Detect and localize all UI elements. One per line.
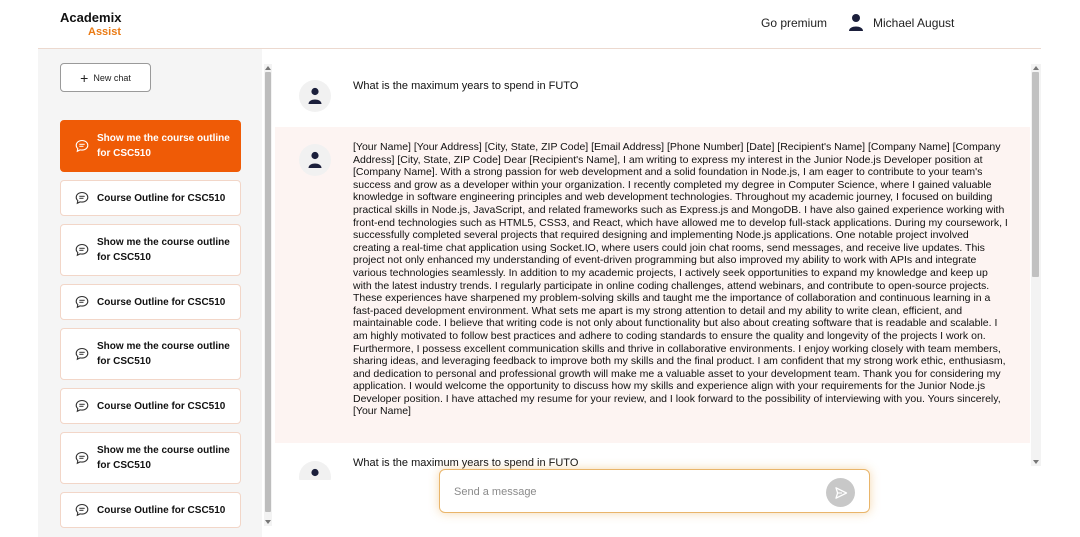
brand-subtitle: Assist	[88, 26, 122, 38]
brand-name: Academix	[60, 10, 122, 25]
app-window: Academix Assist Go premium Michael Augus…	[0, 0, 1080, 537]
chat-history-label: Show me the course outline for CSC510	[97, 445, 230, 471]
top-header: Academix Assist Go premium Michael Augus…	[38, 0, 1041, 49]
user-menu[interactable]: Michael August	[848, 13, 954, 32]
avatar	[299, 144, 331, 176]
chat-history-item[interactable]: Show me the course outline for CSC510	[60, 120, 241, 172]
chat-history-item[interactable]: Course Outline for CSC510	[60, 284, 241, 320]
new-chat-label: New chat	[93, 72, 131, 83]
chat-history-label: Course Outline for CSC510	[97, 504, 226, 516]
user-icon	[311, 468, 319, 477]
chat-bubble-icon	[75, 295, 89, 309]
scroll-down-icon[interactable]	[1033, 460, 1039, 464]
chat-history-item[interactable]: Show me the course outline for CSC510	[60, 224, 241, 276]
sidebar: + New chat Show me the course outline fo…	[38, 49, 262, 537]
chat-bubble-icon	[75, 451, 89, 465]
chat-history-label: Course Outline for CSC510	[97, 400, 226, 412]
message-input[interactable]	[454, 482, 814, 502]
sidebar-scroll-thumb[interactable]	[265, 72, 271, 512]
user-name: Michael August	[873, 15, 955, 30]
message-text: [Your Name] [Your Address] [City, State,…	[353, 141, 1008, 418]
brand-logo[interactable]: Academix Assist	[60, 10, 122, 38]
chat-history-item[interactable]: Course Outline for CSC510	[60, 388, 241, 424]
scroll-up-icon[interactable]	[1033, 66, 1039, 70]
chat-bubble-icon	[75, 347, 89, 361]
message-composer	[439, 469, 870, 513]
chat-history-list: Show me the course outline for CSC510 Co…	[60, 120, 241, 536]
chat-bubble-icon	[75, 503, 89, 517]
scroll-up-icon[interactable]	[265, 66, 271, 70]
chat-history-label: Course Outline for CSC510	[97, 192, 226, 204]
chat-bubble-icon	[75, 139, 89, 153]
chat-history-label: Course Outline for CSC510	[97, 296, 226, 308]
user-message: What is the maximum years to spend in FU…	[275, 65, 1030, 127]
assistant-message: [Your Name] [Your Address] [City, State,…	[275, 127, 1030, 443]
chat-history-label: Show me the course outline for CSC510	[97, 341, 230, 367]
message-text: What is the maximum years to spend in FU…	[353, 80, 579, 92]
chat-history-label: Show me the course outline for CSC510	[97, 133, 230, 159]
chat-history-item[interactable]: Course Outline for CSC510	[60, 180, 241, 216]
chat-history-item[interactable]: Course Outline for CSC510	[60, 492, 241, 528]
chat-scroll-thumb[interactable]	[1032, 72, 1039, 277]
avatar	[299, 461, 331, 480]
new-chat-button[interactable]: + New chat	[60, 63, 151, 92]
chat-history-item[interactable]: Show me the course outline for CSC510	[60, 328, 241, 380]
user-icon	[849, 14, 863, 31]
go-premium-link[interactable]: Go premium	[761, 16, 827, 30]
chat-bubble-icon	[75, 243, 89, 257]
user-icon	[308, 151, 322, 168]
chat-history-item[interactable]: Show me the course outline for CSC510	[60, 432, 241, 484]
scroll-down-icon[interactable]	[265, 520, 271, 524]
chat-history-label: Show me the course outline for CSC510	[97, 237, 230, 263]
chat-conversation: What is the maximum years to spend in FU…	[275, 65, 1030, 480]
send-icon	[834, 486, 847, 499]
plus-icon: +	[80, 69, 89, 86]
avatar	[299, 80, 331, 112]
send-button[interactable]	[826, 478, 855, 507]
chat-scrollbar[interactable]	[1031, 64, 1041, 466]
sidebar-scrollbar[interactable]	[264, 64, 272, 526]
user-icon	[308, 87, 322, 104]
chat-bubble-icon	[75, 191, 89, 205]
chat-bubble-icon	[75, 399, 89, 413]
